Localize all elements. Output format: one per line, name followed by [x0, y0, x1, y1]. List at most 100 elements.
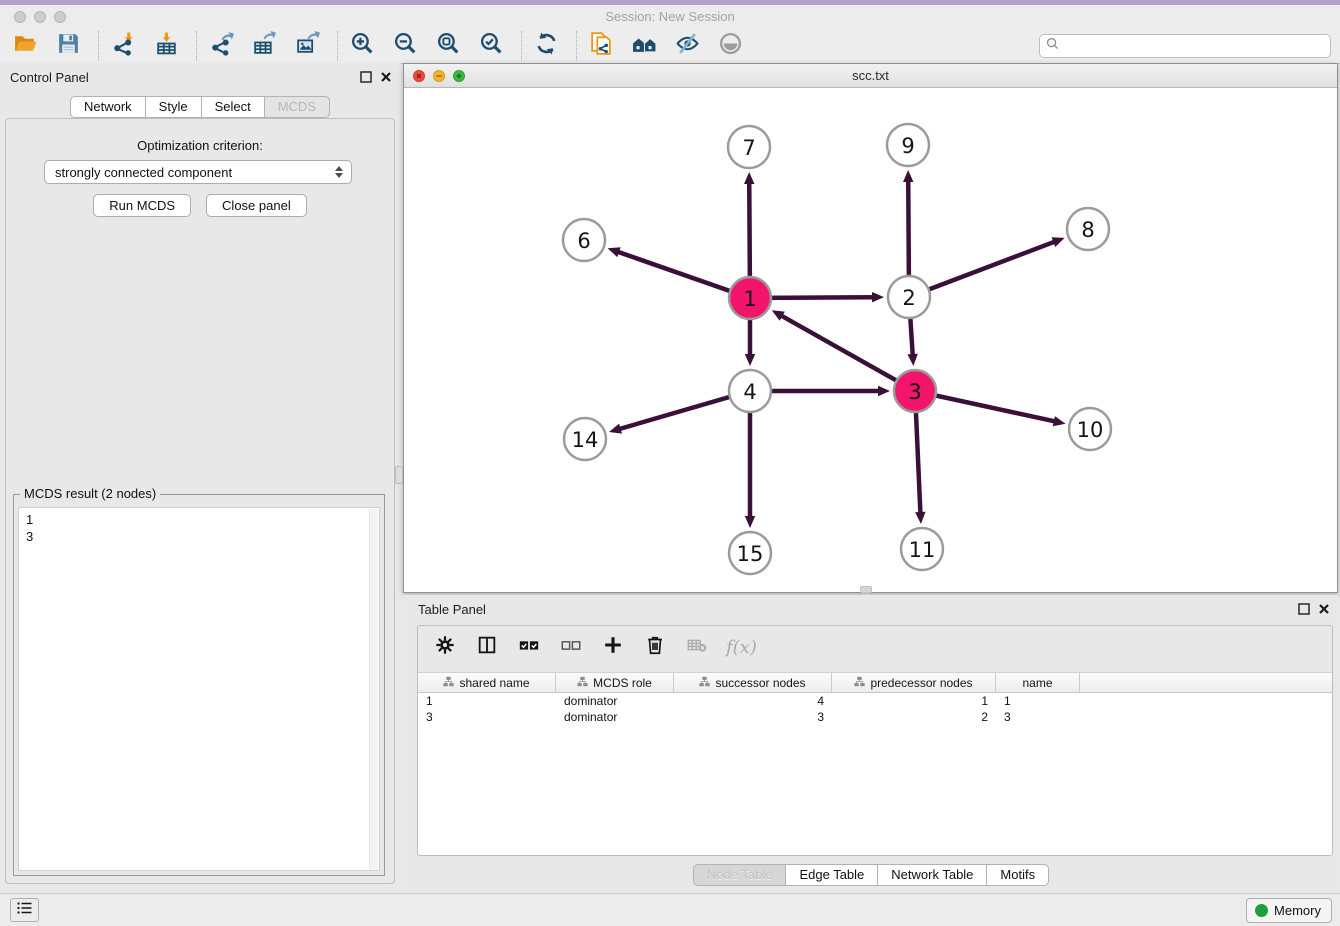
split-panel-button[interactable]: [474, 634, 500, 660]
network-window-title: scc.txt: [404, 68, 1337, 83]
close-panel-icon[interactable]: [1318, 602, 1330, 620]
export-table-button[interactable]: [249, 31, 279, 61]
table-cell[interactable]: 2: [832, 709, 996, 725]
table-cell[interactable]: 3: [674, 709, 832, 725]
table-cell[interactable]: 3: [996, 709, 1080, 725]
table-cell[interactable]: 3: [418, 709, 556, 725]
graph-edge-3-1[interactable]: [780, 315, 915, 391]
export-network-button[interactable]: [206, 31, 236, 61]
tab-mcds[interactable]: MCDS: [264, 96, 330, 118]
import-network-button[interactable]: [108, 31, 138, 61]
tab-style[interactable]: Style: [145, 96, 202, 118]
import-network-icon: [111, 31, 136, 61]
table-cell[interactable]: 1: [418, 693, 556, 709]
search-input[interactable]: [1064, 39, 1324, 54]
save-session-button[interactable]: [53, 31, 83, 61]
zoom-out-button[interactable]: [390, 31, 420, 61]
delete-table-button[interactable]: [684, 634, 710, 660]
tab-network-table[interactable]: Network Table: [877, 864, 987, 886]
graph-edge-2-8[interactable]: [909, 241, 1055, 297]
memory-button[interactable]: Memory: [1246, 898, 1332, 923]
network-window-titlebar[interactable]: scc.txt: [404, 64, 1337, 88]
window-titlebar[interactable]: Session: New Session: [0, 5, 1340, 28]
column-header-successor-nodes[interactable]: successor nodes: [674, 673, 832, 692]
graph-edge-arrow-2-3: [907, 354, 917, 366]
delete-column-button[interactable]: [642, 634, 668, 660]
first-neighbors-button[interactable]: [629, 31, 659, 61]
table-row[interactable]: 1dominator411: [418, 693, 1332, 709]
table-cell[interactable]: 1: [996, 693, 1080, 709]
mcds-result-group: MCDS result (2 nodes) 13: [13, 494, 385, 876]
run-mcds-button[interactable]: Run MCDS: [93, 194, 191, 217]
column-header-predecessor-nodes[interactable]: predecessor nodes: [832, 673, 996, 692]
table-toolbar: f(x): [418, 626, 1332, 668]
clone-network-icon: [589, 31, 614, 61]
tab-node-table[interactable]: Node Table: [693, 864, 787, 886]
status-bar: Memory: [0, 893, 1340, 926]
column-header-shared-name[interactable]: shared name: [418, 673, 556, 692]
network-canvas[interactable]: 7968124314101511: [404, 88, 1337, 592]
apply-layout-button[interactable]: [531, 31, 561, 61]
memory-status-dot: [1255, 904, 1268, 917]
result-scrollbar[interactable]: [369, 509, 378, 869]
table-cell[interactable]: 4: [674, 693, 832, 709]
float-panel-icon[interactable]: [1298, 602, 1310, 620]
task-history-button[interactable]: [10, 898, 39, 922]
table-cell[interactable]: dominator: [556, 709, 674, 725]
export-table-icon: [252, 31, 277, 61]
close-panel-button[interactable]: Close panel: [206, 194, 307, 217]
create-column-button[interactable]: [600, 634, 626, 660]
close-panel-icon[interactable]: [380, 70, 392, 88]
attribute-tree-icon: [443, 676, 454, 690]
gear-icon: [434, 634, 456, 661]
toolbar-separator: [196, 31, 197, 61]
search-field[interactable]: [1039, 34, 1331, 58]
list-icon: [17, 901, 33, 920]
function-builder-button[interactable]: f(x): [726, 634, 757, 660]
toolbar-separator: [521, 31, 522, 61]
table-cell[interactable]: dominator: [556, 693, 674, 709]
column-header-name[interactable]: name: [996, 673, 1080, 692]
graph-node-label-2: 2: [902, 286, 915, 310]
zoom-selected-button[interactable]: [476, 31, 506, 61]
attribute-tree-icon: [577, 676, 588, 690]
optimization-criterion-label: Optimization criterion:: [6, 138, 394, 153]
graph-node-label-4: 4: [743, 380, 756, 404]
export-image-button[interactable]: [292, 31, 322, 61]
graph-edge-arrow-4-15: [745, 516, 755, 528]
column-settings-button[interactable]: [432, 634, 458, 660]
graphics-details-button[interactable]: [715, 31, 745, 61]
hide-all-columns-button[interactable]: [558, 634, 584, 660]
import-table-button[interactable]: [151, 31, 181, 61]
mcds-result-label: MCDS result (2 nodes): [20, 486, 160, 501]
table-row[interactable]: 3dominator323: [418, 709, 1332, 725]
criterion-dropdown[interactable]: strongly connected component: [44, 160, 352, 184]
attribute-tree-icon: [854, 676, 865, 690]
horizontal-splitter-grip[interactable]: [860, 586, 872, 593]
open-folder-icon: [13, 31, 38, 61]
open-file-button[interactable]: [10, 31, 40, 61]
export-network-icon: [209, 31, 234, 61]
float-panel-icon[interactable]: [360, 70, 372, 88]
zoom-in-button[interactable]: [347, 31, 377, 61]
graph-node-label-7: 7: [742, 136, 755, 160]
vertical-splitter-grip[interactable]: [395, 466, 403, 484]
split-panel-icon: [476, 634, 498, 661]
tab-select[interactable]: Select: [201, 96, 265, 118]
network-from-selection-button[interactable]: [586, 31, 616, 61]
show-all-columns-button[interactable]: [516, 634, 542, 660]
graph-edge-arrow-1-6: [608, 247, 621, 257]
graph-node-label-14: 14: [572, 428, 599, 452]
graph-edge-arrow-2-8: [1052, 237, 1065, 247]
hide-selected-button[interactable]: [672, 31, 702, 61]
table-panel-title: Table Panel: [418, 602, 486, 617]
tab-network[interactable]: Network: [70, 96, 146, 118]
mcds-result-textarea[interactable]: 13: [18, 507, 380, 871]
graph-edge-arrow-1-7: [744, 172, 754, 184]
tab-edge-table[interactable]: Edge Table: [785, 864, 878, 886]
network-graph[interactable]: 7968124314101511: [404, 88, 1337, 592]
zoom-fit-button[interactable]: [433, 31, 463, 61]
table-cell[interactable]: 1: [832, 693, 996, 709]
tab-motifs[interactable]: Motifs: [986, 864, 1049, 886]
column-header-MCDS-role[interactable]: MCDS role: [556, 673, 674, 692]
